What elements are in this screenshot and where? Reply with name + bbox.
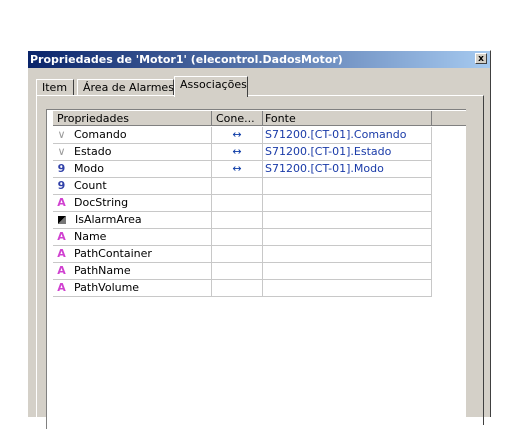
table-row[interactable]: A PathVolume [53, 280, 432, 297]
property-name: Name [74, 230, 107, 243]
table-row[interactable]: ∨ Comando ↔ S71200.[CT-01].Comando [53, 127, 432, 144]
boolean-icon [58, 216, 66, 224]
table-row[interactable]: A DocString [53, 195, 432, 212]
tab-item-label: Item [42, 81, 68, 94]
connection-cell [212, 178, 263, 195]
connection-cell [212, 246, 263, 263]
table-header: Propriedades Cone... Fonte [53, 111, 432, 126]
table-row[interactable]: A Name [53, 229, 432, 246]
string-icon: A [57, 247, 66, 260]
variable-icon: ∨ [57, 145, 66, 158]
source-value: S71200.[CT-01].Estado [263, 144, 432, 161]
connection-icon: ↔ [212, 127, 263, 144]
source-value: S71200.[CT-01].Comando [263, 127, 432, 144]
string-icon: A [57, 264, 66, 277]
property-name: IsAlarmArea [75, 213, 142, 226]
tab-item[interactable]: Item [36, 79, 74, 96]
property-name: Comando [74, 128, 127, 141]
source-value: S71200.[CT-01].Modo [263, 161, 432, 178]
number-icon: 9 [57, 162, 66, 175]
table-row[interactable]: 9 Count [53, 178, 432, 195]
string-icon: A [57, 281, 66, 294]
source-value [263, 246, 432, 263]
source-value [263, 229, 432, 246]
table-row[interactable]: IsAlarmArea [53, 212, 432, 229]
connection-cell [212, 280, 263, 297]
property-name: PathVolume [74, 281, 140, 294]
table-row[interactable]: A PathName [53, 263, 432, 280]
tab-alarm-area-label: Área de Alarmes [83, 81, 174, 94]
header-filler [432, 111, 466, 126]
column-header-properties[interactable]: Propriedades [53, 111, 212, 126]
close-button[interactable]: x [475, 53, 487, 64]
table-row[interactable]: ∨ Estado ↔ S71200.[CT-01].Estado [53, 144, 432, 161]
number-icon: 9 [57, 179, 66, 192]
property-name: Estado [74, 145, 112, 158]
column-header-connection[interactable]: Cone... [212, 111, 263, 126]
table-row[interactable]: A PathContainer [53, 246, 432, 263]
property-name: PathContainer [74, 247, 152, 260]
connection-cell [212, 195, 263, 212]
source-value [263, 195, 432, 212]
property-name: DocString [74, 196, 129, 209]
window-title: Propriedades de 'Motor1' (elecontrol.Dad… [30, 53, 343, 66]
associations-table[interactable]: Propriedades Cone... Fonte ∨ Comando ↔ S7… [46, 109, 466, 429]
string-icon: A [57, 196, 66, 209]
connection-icon: ↔ [212, 161, 263, 178]
connection-cell [212, 229, 263, 246]
property-name: Modo [74, 162, 104, 175]
tab-alarm-area[interactable]: Área de Alarmes [77, 79, 174, 96]
variable-icon: ∨ [57, 128, 66, 141]
connection-icon: ↔ [212, 144, 263, 161]
properties-dialog: Propriedades de 'Motor1' (elecontrol.Dad… [27, 50, 491, 429]
string-icon: A [57, 230, 66, 243]
source-value [263, 212, 432, 229]
table-row[interactable]: 9 Modo ↔ S71200.[CT-01].Modo [53, 161, 432, 178]
tab-associations-label: Associações [180, 78, 247, 91]
tab-associations[interactable]: Associações [174, 76, 248, 97]
close-icon: x [478, 54, 484, 64]
source-value [263, 263, 432, 280]
connection-cell [212, 212, 263, 229]
title-bar[interactable]: Propriedades de 'Motor1' (elecontrol.Dad… [28, 51, 490, 68]
source-value [263, 280, 432, 297]
source-value [263, 178, 432, 195]
column-header-source[interactable]: Fonte [263, 111, 432, 126]
property-name: PathName [74, 264, 131, 277]
property-name: Count [74, 179, 107, 192]
connection-cell [212, 263, 263, 280]
